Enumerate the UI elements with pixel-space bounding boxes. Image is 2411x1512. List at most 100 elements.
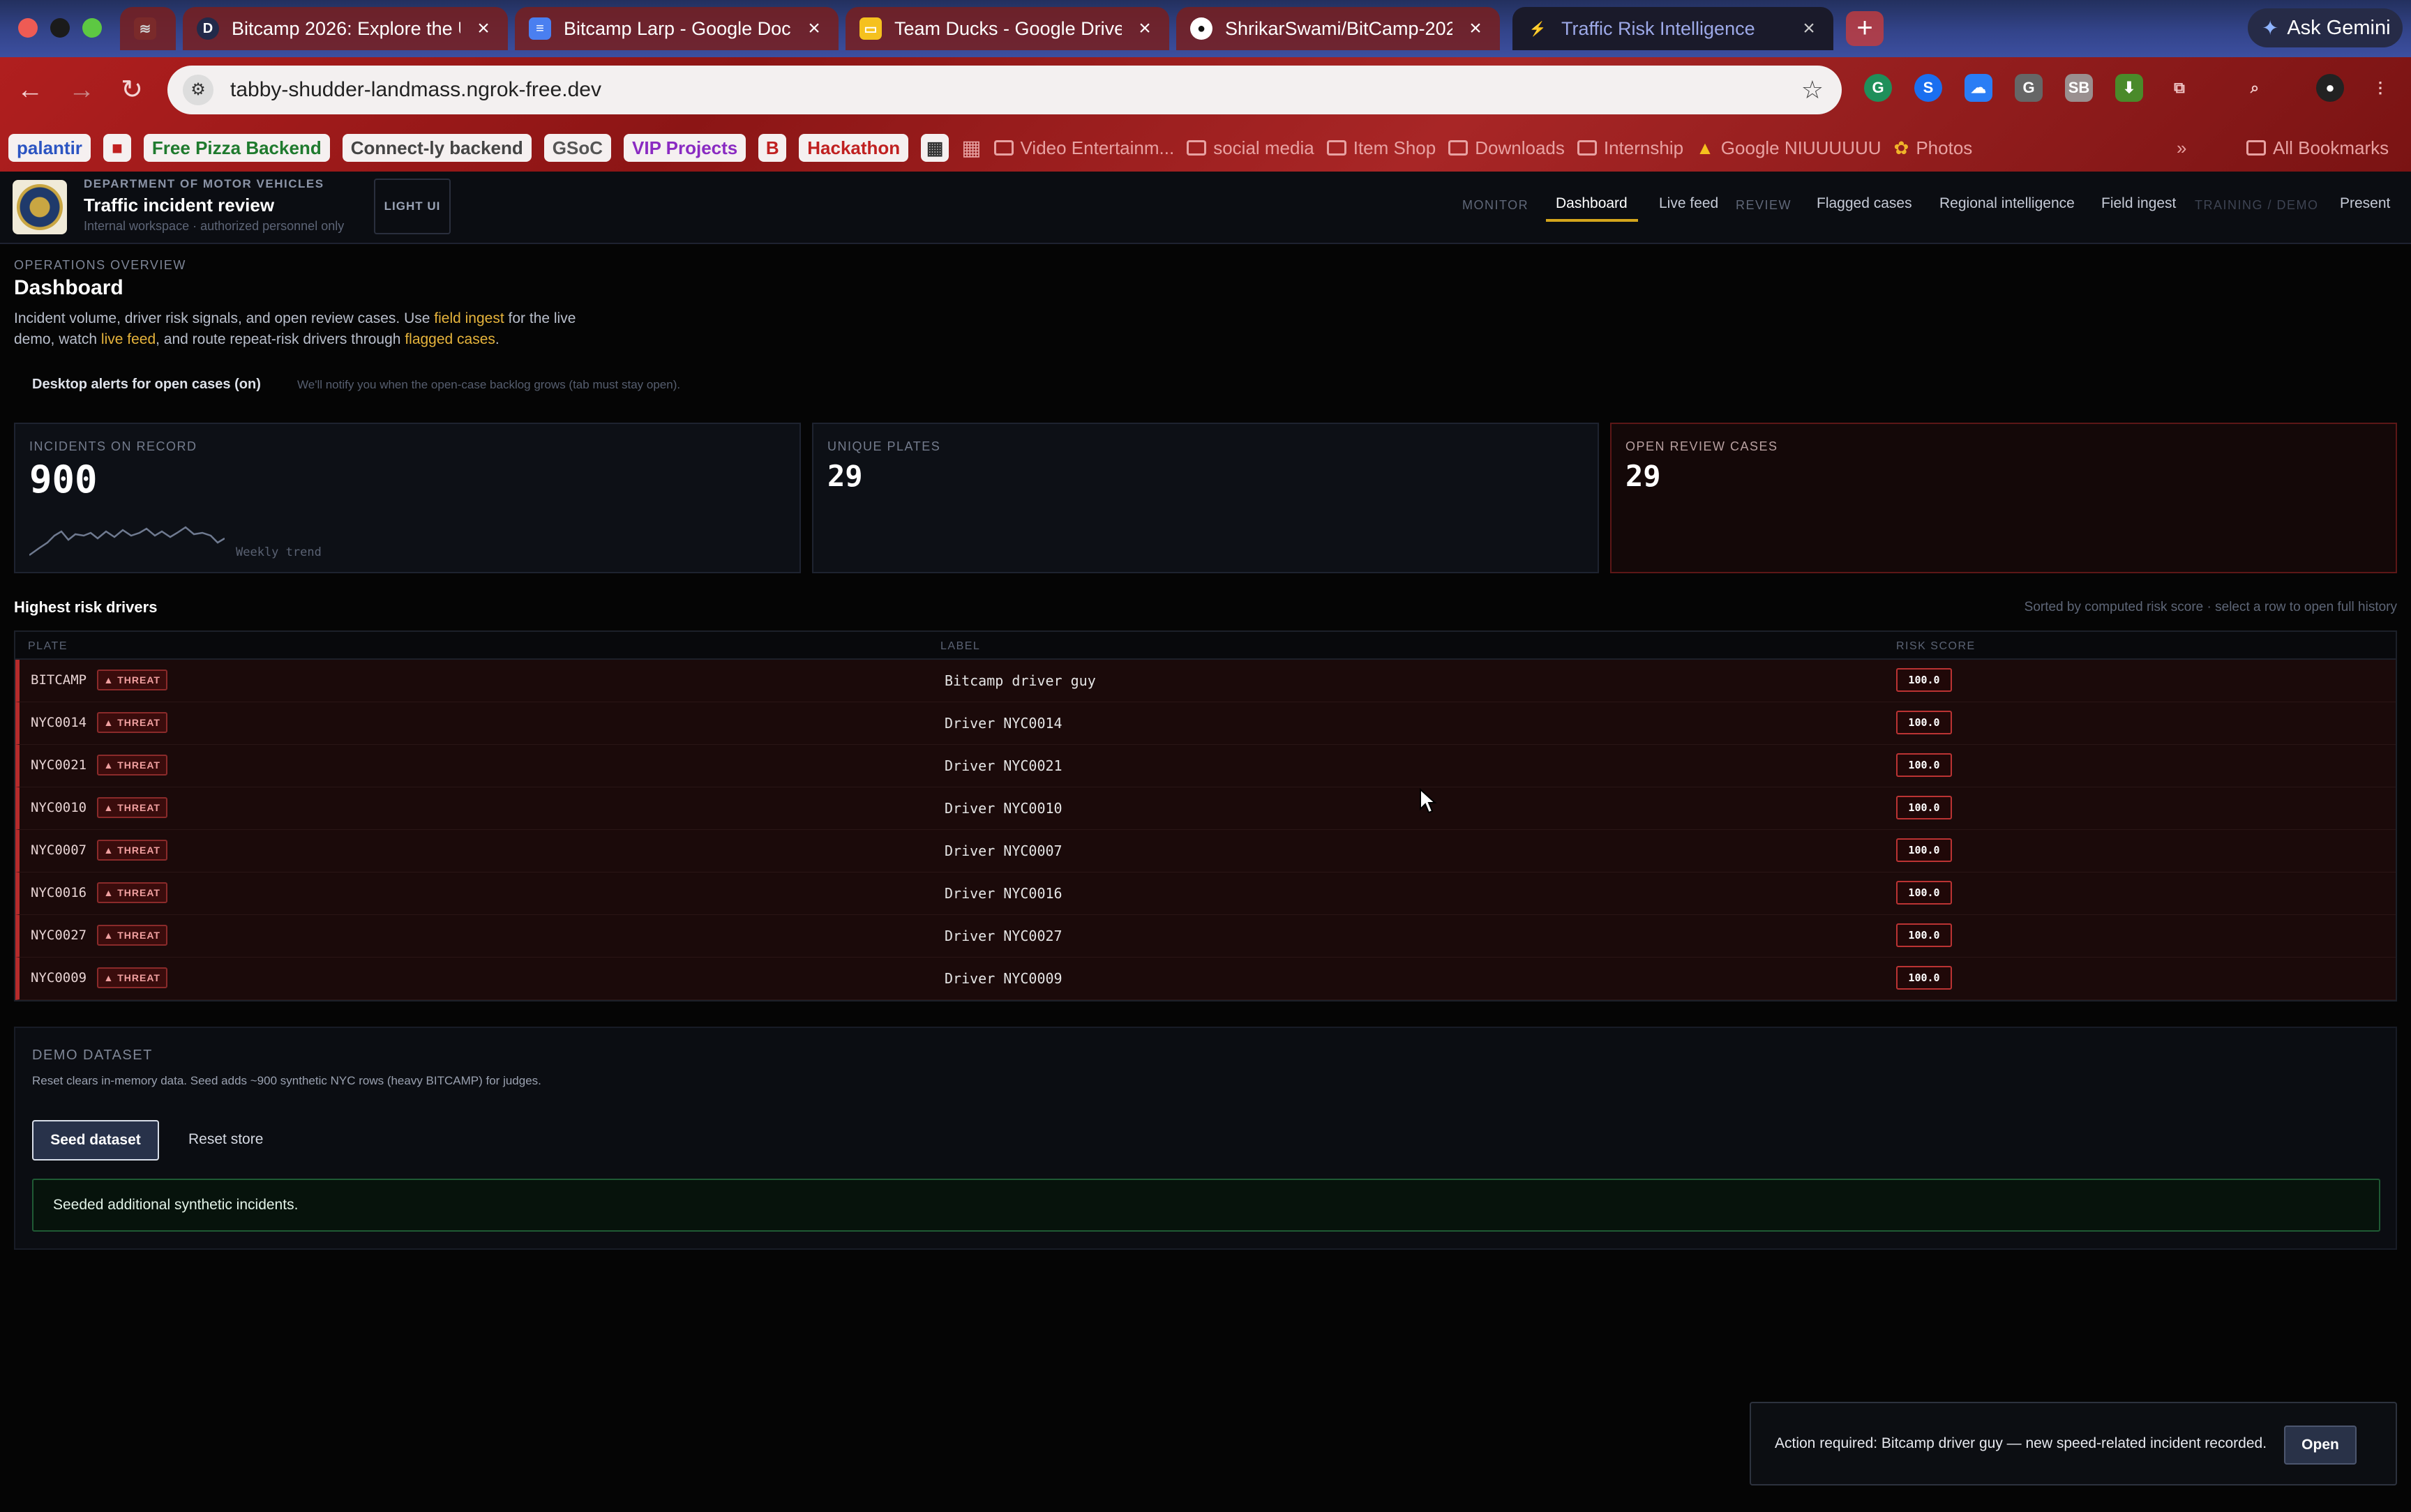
reload-icon[interactable]: ↻: [114, 73, 149, 107]
table-row[interactable]: NYC0009 ▲ THREAT Driver NYC0009 100.0: [15, 958, 2396, 1000]
table-row[interactable]: NYC0007 ▲ THREAT Driver NYC0007 100.0: [15, 830, 2396, 872]
notification-open-button[interactable]: Open: [2284, 1426, 2357, 1465]
bookmark-hackathon[interactable]: Hackathon: [799, 134, 909, 162]
bookmark-vip[interactable]: VIP Projects: [624, 134, 746, 162]
bookmark-folder-video[interactable]: Video Entertainm...: [993, 137, 1174, 159]
table-row[interactable]: NYC0014 ▲ THREAT Driver NYC0014 100.0: [15, 702, 2396, 745]
tab-traffic-risk[interactable]: ⚡ Traffic Risk Intelligence ×: [1512, 7, 1833, 50]
table-row[interactable]: BITCAMP ▲ THREAT Bitcamp driver guy 100.0: [15, 660, 2396, 702]
kpi-label: OPEN REVIEW CASES: [1625, 439, 1778, 453]
bookmark-label: All Bookmarks: [2273, 137, 2389, 158]
maximize-window-button[interactable]: [82, 18, 102, 38]
seed-dataset-button[interactable]: Seed dataset: [32, 1120, 159, 1161]
kpi-value: 900: [29, 458, 98, 501]
tab-team-ducks[interactable]: ▭ Team Ducks - Google Drive ×: [846, 7, 1169, 50]
table-row[interactable]: NYC0027 ▲ THREAT Driver NYC0027 100.0: [15, 915, 2396, 958]
link-field-ingest[interactable]: field ingest: [434, 310, 504, 326]
column-header-score: RISK SCORE: [1896, 640, 1976, 652]
nav-flagged-cases[interactable]: Flagged cases: [1817, 195, 1912, 212]
bookmark-all[interactable]: All Bookmarks: [2246, 137, 2389, 159]
close-icon[interactable]: ×: [804, 17, 825, 40]
bookmark-palantir[interactable]: palantir: [8, 134, 91, 162]
nav-present[interactable]: Present: [2340, 195, 2390, 212]
tab-pinned[interactable]: ≋: [120, 7, 176, 50]
sb-extension-icon[interactable]: SB: [2065, 74, 2093, 102]
close-window-button[interactable]: [18, 18, 38, 38]
minimize-window-button[interactable]: [50, 18, 70, 38]
folder-label: Internship: [1603, 137, 1684, 158]
close-icon[interactable]: ×: [1134, 17, 1155, 40]
site-settings-icon[interactable]: ⚙: [183, 75, 213, 105]
threat-badge: ▲ THREAT: [96, 840, 167, 861]
nav-dashboard[interactable]: Dashboard: [1556, 195, 1628, 212]
grammarly-icon[interactable]: G: [1864, 74, 1892, 102]
link-live-feed[interactable]: live feed: [101, 331, 156, 347]
bookmark-b-icon[interactable]: B: [758, 134, 787, 162]
download-extension-icon[interactable]: ⬇: [2115, 74, 2143, 102]
bookmark-red-square-icon[interactable]: ■: [103, 134, 131, 162]
kpi-label: INCIDENTS ON RECORD: [29, 439, 197, 453]
folder-icon: [1448, 140, 1469, 156]
desktop-alerts-note: We'll notify you when the open-case back…: [297, 378, 681, 391]
bookmark-folder-item-shop[interactable]: Item Shop: [1326, 137, 1436, 159]
threat-badge: ▲ THREAT: [96, 670, 167, 690]
more-bookmarks-icon[interactable]: »: [2177, 137, 2186, 159]
app-header: DEPARTMENT OF MOTOR VEHICLES Traffic inc…: [0, 172, 2411, 244]
risk-score-badge: 100.0: [1896, 838, 1952, 862]
folder-label: Downloads: [1475, 137, 1565, 158]
bookmark-label: Google NIUUUUUU: [1720, 137, 1882, 158]
apps-grid-icon[interactable]: ▦: [961, 136, 981, 160]
tab-search-icon[interactable]: ⌕: [2241, 74, 2269, 102]
nav-live-feed[interactable]: Live feed: [1659, 195, 1718, 212]
bookmark-free-pizza[interactable]: Free Pizza Backend: [143, 134, 330, 162]
close-icon[interactable]: ×: [1465, 17, 1486, 40]
kebab-menu-icon[interactable]: ⋮: [2366, 74, 2394, 102]
kpi-card-open-cases[interactable]: OPEN REVIEW CASES 29: [1610, 423, 2397, 573]
page-title: Dashboard: [14, 276, 123, 299]
table-row[interactable]: NYC0021 ▲ THREAT Driver NYC0021 100.0: [15, 745, 2396, 787]
cloud-icon[interactable]: ☁: [1965, 74, 1992, 102]
g-extension-icon[interactable]: G: [2015, 74, 2043, 102]
desktop-alerts-toggle[interactable]: Desktop alerts for open cases (on): [32, 377, 261, 393]
tab-bitcamp-explore[interactable]: D Bitcamp 2026: Explore the U ×: [183, 7, 508, 50]
bookmark-google[interactable]: ▲ Google NIUUUUUU: [1696, 137, 1881, 159]
table-row[interactable]: NYC0016 ▲ THREAT Driver NYC0016 100.0: [15, 872, 2396, 915]
plate-cell: NYC0014: [31, 715, 87, 730]
light-ui-toggle[interactable]: LIGHT UI: [374, 179, 451, 234]
shazam-icon[interactable]: S: [1914, 74, 1942, 102]
back-arrow-icon[interactable]: ←: [13, 73, 47, 107]
bookmark-label: Photos: [1916, 137, 1973, 158]
column-header-label: LABEL: [940, 640, 981, 652]
table-row[interactable]: NYC0010 ▲ THREAT Driver NYC0010 100.0: [15, 787, 2396, 830]
bookmark-folder-downloads[interactable]: Downloads: [1448, 137, 1565, 159]
dmv-seal-logo: [13, 180, 67, 234]
bookmark-folder-social[interactable]: social media: [1187, 137, 1314, 159]
close-icon[interactable]: ×: [473, 17, 494, 40]
ask-gemini-button[interactable]: ✦ Ask Gemini: [2248, 8, 2403, 47]
plate-cell: NYC0010: [31, 800, 87, 815]
bookmark-photos[interactable]: ✿ Photos: [1894, 137, 1973, 159]
star-icon[interactable]: ☆: [1801, 75, 1842, 105]
address-bar[interactable]: ⚙ tabby-shudder-landmass.ngrok-free.dev …: [167, 66, 1842, 114]
nav-regional-intelligence[interactable]: Regional intelligence: [1939, 195, 2075, 212]
forward-arrow-icon[interactable]: →: [64, 73, 99, 107]
bookmark-grid-icon[interactable]: ▦: [921, 134, 949, 162]
reset-store-button[interactable]: Reset store: [188, 1131, 263, 1148]
plate-cell: BITCAMP: [31, 672, 87, 688]
plate-cell: NYC0009: [31, 970, 87, 985]
nav-field-ingest[interactable]: Field ingest: [2101, 195, 2176, 212]
link-flagged-cases[interactable]: flagged cases: [405, 331, 495, 347]
new-tab-button[interactable]: +: [1846, 11, 1884, 46]
d-logo-icon: D: [197, 17, 219, 40]
bookmark-connectly[interactable]: Connect-ly backend: [342, 134, 532, 162]
close-icon[interactable]: ×: [1798, 17, 1819, 40]
risk-score-badge: 100.0: [1896, 668, 1952, 692]
avatar[interactable]: ●: [2316, 74, 2344, 102]
bolt-icon: ⚡: [1529, 21, 1547, 37]
tab-bitcamp-larp[interactable]: ≡ Bitcamp Larp - Google Docs ×: [515, 7, 839, 50]
bookmark-folder-internship[interactable]: Internship: [1577, 137, 1683, 159]
bookmark-gsoc[interactable]: GSoC: [543, 134, 611, 162]
puzzle-icon[interactable]: ⧉: [2165, 74, 2193, 102]
tab-github-repo[interactable]: ● ShrikarSwami/BitCamp-2026 ×: [1176, 7, 1500, 50]
folder-label: social media: [1213, 137, 1314, 158]
